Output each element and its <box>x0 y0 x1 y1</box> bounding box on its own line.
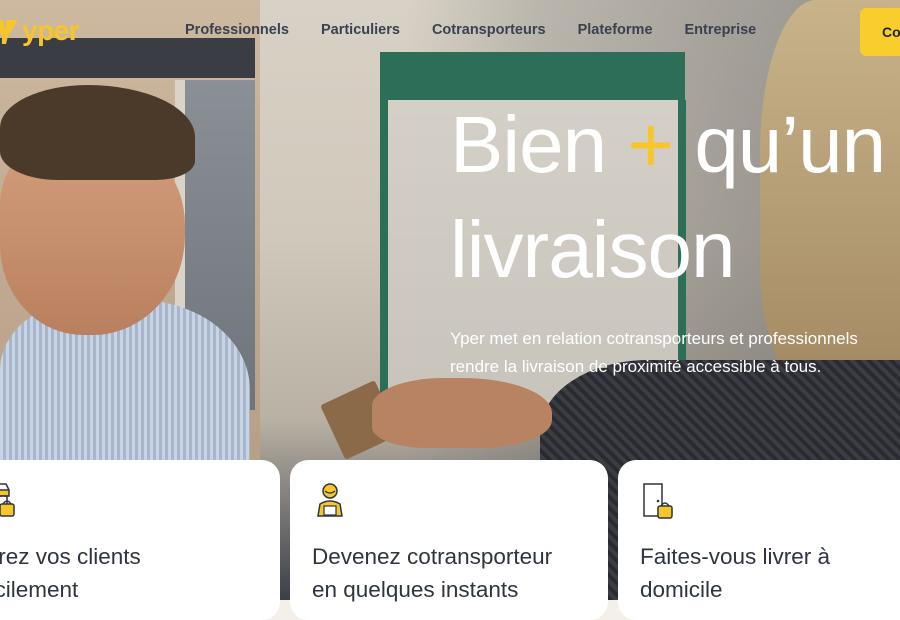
connexion-button[interactable]: Co <box>860 8 900 56</box>
card-livrez-clients[interactable]: ivrez vos clients acilement <box>0 460 280 620</box>
nav-item-professionnels[interactable]: Professionnels <box>185 22 289 38</box>
shop-bag-icon <box>0 482 18 522</box>
door-bag-icon <box>640 482 676 522</box>
main-nav: Professionnels Particuliers Cotransporte… <box>185 22 788 38</box>
headline-word-bien: Bien <box>450 100 607 189</box>
card-faites-vous-livrer[interactable]: Faites-vous livrer à domicile <box>618 460 900 620</box>
logo-wordmark: yper <box>22 15 80 46</box>
headline-plus: + <box>627 100 674 189</box>
card-title: Devenez cotransporteur en quelques insta… <box>312 540 588 606</box>
hand <box>372 378 552 448</box>
hero-headline: Bien + qu’un livraison <box>450 92 900 302</box>
hero-subtitle-line-2: rendre la livraison de proximité accessi… <box>450 357 822 376</box>
card-title-line-2: domicile <box>640 577 723 602</box>
card-title-line-1: Devenez cotransporteur <box>312 544 553 569</box>
nav-item-cotransporteurs[interactable]: Cotransporteurs <box>432 22 546 38</box>
nav-item-particuliers[interactable]: Particuliers <box>321 22 400 38</box>
card-title-line-2: en quelques instants <box>312 577 519 602</box>
headline-line-1: Bien + qu’un <box>450 92 900 197</box>
hero-subtitle: Yper met en relation cotransporteurs et … <box>450 325 900 381</box>
card-title: Faites-vous livrer à domicile <box>640 540 900 606</box>
hero-subtitle-line-1: Yper met en relation cotransporteurs et … <box>450 329 858 348</box>
courier-person-icon <box>312 482 348 522</box>
card-devenez-cotransporteur[interactable]: Devenez cotransporteur en quelques insta… <box>290 460 608 620</box>
headline-word-quun: qu’un <box>694 100 886 189</box>
yper-logo-icon <box>0 16 20 46</box>
card-title: ivrez vos clients acilement <box>0 540 260 606</box>
yper-logo[interactable]: yper <box>0 14 80 48</box>
card-title-line-1: Faites-vous livrer à <box>640 544 831 569</box>
card-title-line-2: acilement <box>0 577 79 602</box>
nav-item-plateforme[interactable]: Plateforme <box>578 22 653 38</box>
nav-item-entreprise[interactable]: Entreprise <box>685 22 757 38</box>
headline-line-2: livraison <box>450 205 735 294</box>
card-title-line-1: ivrez vos clients <box>0 544 141 569</box>
